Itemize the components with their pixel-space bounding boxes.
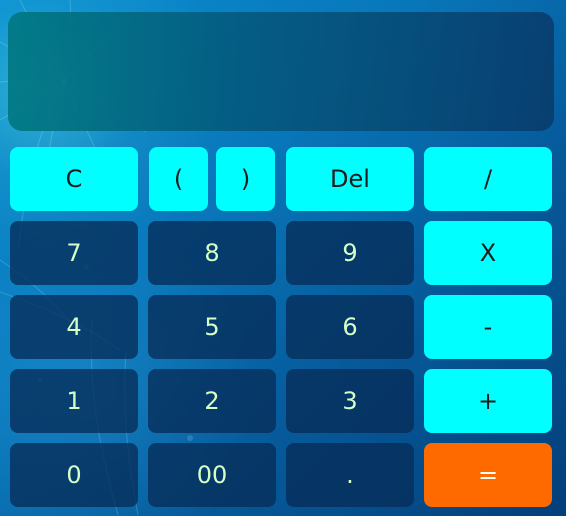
close-parenthesis-button[interactable]: ) (216, 147, 275, 211)
digit-4-button[interactable]: 4 (10, 295, 138, 359)
digit-2-button[interactable]: 2 (148, 369, 276, 433)
double-zero-button[interactable]: 00 (148, 443, 276, 507)
clear-button[interactable]: C (10, 147, 138, 211)
divide-button[interactable]: / (424, 147, 552, 211)
digit-5-button[interactable]: 5 (148, 295, 276, 359)
minus-button[interactable]: - (424, 295, 552, 359)
delete-button[interactable]: Del (286, 147, 414, 211)
calculator-display (8, 12, 554, 131)
digit-8-button[interactable]: 8 (148, 221, 276, 285)
digit-6-button[interactable]: 6 (286, 295, 414, 359)
digit-7-button[interactable]: 7 (10, 221, 138, 285)
decimal-button[interactable]: . (286, 443, 414, 507)
digit-0-button[interactable]: 0 (10, 443, 138, 507)
digit-3-button[interactable]: 3 (286, 369, 414, 433)
equals-button[interactable]: = (424, 443, 552, 507)
open-parenthesis-button[interactable]: ( (149, 147, 208, 211)
multiply-button[interactable]: X (424, 221, 552, 285)
digit-1-button[interactable]: 1 (10, 369, 138, 433)
digit-9-button[interactable]: 9 (286, 221, 414, 285)
plus-button[interactable]: + (424, 369, 552, 433)
